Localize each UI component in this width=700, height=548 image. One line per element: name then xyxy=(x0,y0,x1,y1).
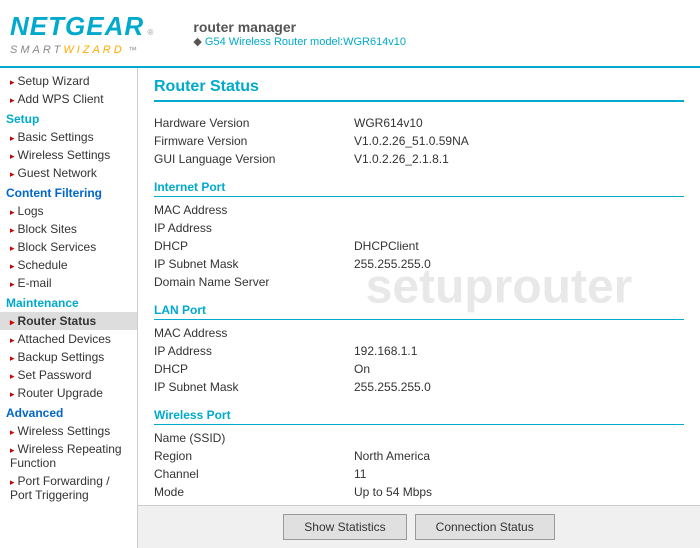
router-model: ◆ G54 Wireless Router model:WGR614v10 xyxy=(193,35,406,48)
wireless-region-value: North America xyxy=(354,449,430,463)
wireless-region-label: Region xyxy=(154,449,354,463)
sidebar-section-maintenance: Maintenance xyxy=(0,292,137,312)
wireless-ssid-label: Name (SSID) xyxy=(154,431,354,445)
hardware-info-section: Hardware Version WGR614v10 Firmware Vers… xyxy=(154,114,684,168)
content-wrapper: setuprouter Router Status Hardware Versi… xyxy=(138,68,700,548)
internet-port-header: Internet Port xyxy=(154,180,684,197)
firmware-version-value: V1.0.2.26_51.0.59NA xyxy=(354,134,469,148)
main-layout: Setup Wizard Add WPS Client Setup Basic … xyxy=(0,68,700,548)
wireless-channel-row: Channel 11 xyxy=(154,465,684,483)
lan-ip-row: IP Address 192.168.1.1 xyxy=(154,342,684,360)
lan-ip-label: IP Address xyxy=(154,344,354,358)
wireless-ap-value: On xyxy=(354,503,370,505)
wireless-ap-label: Wireless AP xyxy=(154,503,354,505)
sidebar-item-setup-wizard[interactable]: Setup Wizard xyxy=(0,72,137,90)
sidebar-item-router-upgrade[interactable]: Router Upgrade xyxy=(0,384,137,402)
internet-ip-row: IP Address xyxy=(154,219,684,237)
wireless-ap-row: Wireless AP On xyxy=(154,501,684,505)
lan-mac-row: MAC Address xyxy=(154,324,684,342)
internet-port-section: Internet Port MAC Address IP Address DHC… xyxy=(154,180,684,291)
internet-subnet-value: 255.255.255.0 xyxy=(354,257,431,271)
router-info: router manager ◆ G54 Wireless Router mod… xyxy=(193,19,406,48)
internet-mac-label: MAC Address xyxy=(154,203,354,217)
hardware-version-value: WGR614v10 xyxy=(354,116,423,130)
internet-dns-label: Domain Name Server xyxy=(154,275,354,289)
trademark: ® xyxy=(147,28,153,37)
internet-mac-row: MAC Address xyxy=(154,201,684,219)
header: NETGEAR ® SMARTWIZARD ™ router manager ◆… xyxy=(0,0,700,68)
sidebar-section-setup: Setup xyxy=(0,108,137,128)
router-model-number: model:WGR614v10 xyxy=(310,36,406,48)
sidebar-item-guest-network[interactable]: Guest Network xyxy=(0,164,137,182)
wireless-mode-value: Up to 54 Mbps xyxy=(354,485,432,499)
lan-port-header: LAN Port xyxy=(154,303,684,320)
lan-dhcp-value: On xyxy=(354,362,370,376)
wireless-port-section: Wireless Port Name (SSID) Region North A… xyxy=(154,408,684,505)
internet-dhcp-row: DHCP DHCPClient xyxy=(154,237,684,255)
wireless-ssid-row: Name (SSID) xyxy=(154,429,684,447)
hardware-version-row: Hardware Version WGR614v10 xyxy=(154,114,684,132)
logo-wizard-text: WIZARD xyxy=(63,44,124,56)
content-area: setuprouter Router Status Hardware Versi… xyxy=(138,68,700,505)
lan-dhcp-label: DHCP xyxy=(154,362,354,376)
netgear-logo: NETGEAR ® xyxy=(10,11,153,42)
sidebar-item-attached-devices[interactable]: Attached Devices xyxy=(0,330,137,348)
page-title: Router Status xyxy=(154,78,684,102)
wireless-port-header: Wireless Port xyxy=(154,408,684,425)
logo-area: NETGEAR ® SMARTWIZARD ™ xyxy=(10,11,153,56)
sidebar-item-add-wps-client[interactable]: Add WPS Client xyxy=(0,90,137,108)
internet-subnet-label: IP Subnet Mask xyxy=(154,257,354,271)
lan-mac-label: MAC Address xyxy=(154,326,354,340)
show-statistics-button[interactable]: Show Statistics xyxy=(283,514,406,540)
wireless-channel-label: Channel xyxy=(154,467,354,481)
sidebar-item-router-status[interactable]: Router Status xyxy=(0,312,137,330)
lan-dhcp-row: DHCP On xyxy=(154,360,684,378)
lan-subnet-row: IP Subnet Mask 255.255.255.0 xyxy=(154,378,684,396)
sidebar: Setup Wizard Add WPS Client Setup Basic … xyxy=(0,68,138,548)
sidebar-item-email[interactable]: E-mail xyxy=(0,274,137,292)
lan-subnet-value: 255.255.255.0 xyxy=(354,380,431,394)
wireless-mode-row: Mode Up to 54 Mbps xyxy=(154,483,684,501)
firmware-version-row: Firmware Version V1.0.2.26_51.0.59NA xyxy=(154,132,684,150)
internet-subnet-row: IP Subnet Mask 255.255.255.0 xyxy=(154,255,684,273)
internet-ip-label: IP Address xyxy=(154,221,354,235)
router-model-g54: G54 Wireless Router xyxy=(205,36,307,48)
sidebar-section-advanced: Advanced xyxy=(0,402,137,422)
wireless-mode-label: Mode xyxy=(154,485,354,499)
sidebar-item-basic-settings[interactable]: Basic Settings xyxy=(0,128,137,146)
sidebar-item-block-services[interactable]: Block Services xyxy=(0,238,137,256)
connection-status-button[interactable]: Connection Status xyxy=(415,514,555,540)
smart-wizard-logo: SMARTWIZARD ™ xyxy=(10,42,153,56)
wireless-channel-value: 11 xyxy=(354,467,366,481)
lan-ip-value: 192.168.1.1 xyxy=(354,344,417,358)
gui-version-label: GUI Language Version xyxy=(154,152,354,166)
sidebar-item-backup-settings[interactable]: Backup Settings xyxy=(0,348,137,366)
sidebar-section-content-filtering: Content Filtering xyxy=(0,182,137,202)
sidebar-item-logs[interactable]: Logs xyxy=(0,202,137,220)
sidebar-item-port-forwarding[interactable]: Port Forwarding / Port Triggering xyxy=(0,472,137,504)
logo-smart-text: SMART xyxy=(10,44,63,56)
gui-version-value: V1.0.2.26_2.1.8.1 xyxy=(354,152,449,166)
trademark2: ™ xyxy=(128,45,137,55)
gui-version-row: GUI Language Version V1.0.2.26_2.1.8.1 xyxy=(154,150,684,168)
internet-dns-row: Domain Name Server xyxy=(154,273,684,291)
sidebar-item-set-password[interactable]: Set Password xyxy=(0,366,137,384)
lan-port-section: LAN Port MAC Address IP Address 192.168.… xyxy=(154,303,684,396)
router-manager-label: router manager xyxy=(193,19,406,35)
firmware-version-label: Firmware Version xyxy=(154,134,354,148)
sidebar-item-wireless-settings-setup[interactable]: Wireless Settings xyxy=(0,146,137,164)
wireless-region-row: Region North America xyxy=(154,447,684,465)
footer: Show Statistics Connection Status xyxy=(138,505,700,548)
internet-dhcp-value: DHCPClient xyxy=(354,239,419,253)
sidebar-item-wireless-settings-adv[interactable]: Wireless Settings xyxy=(0,422,137,440)
logo-netgear-text: NETGEAR xyxy=(10,11,144,41)
sidebar-item-block-sites[interactable]: Block Sites xyxy=(0,220,137,238)
sidebar-item-wireless-repeating[interactable]: Wireless Repeating Function xyxy=(0,440,137,472)
internet-dhcp-label: DHCP xyxy=(154,239,354,253)
hardware-version-label: Hardware Version xyxy=(154,116,354,130)
lan-subnet-label: IP Subnet Mask xyxy=(154,380,354,394)
sidebar-item-schedule[interactable]: Schedule xyxy=(0,256,137,274)
